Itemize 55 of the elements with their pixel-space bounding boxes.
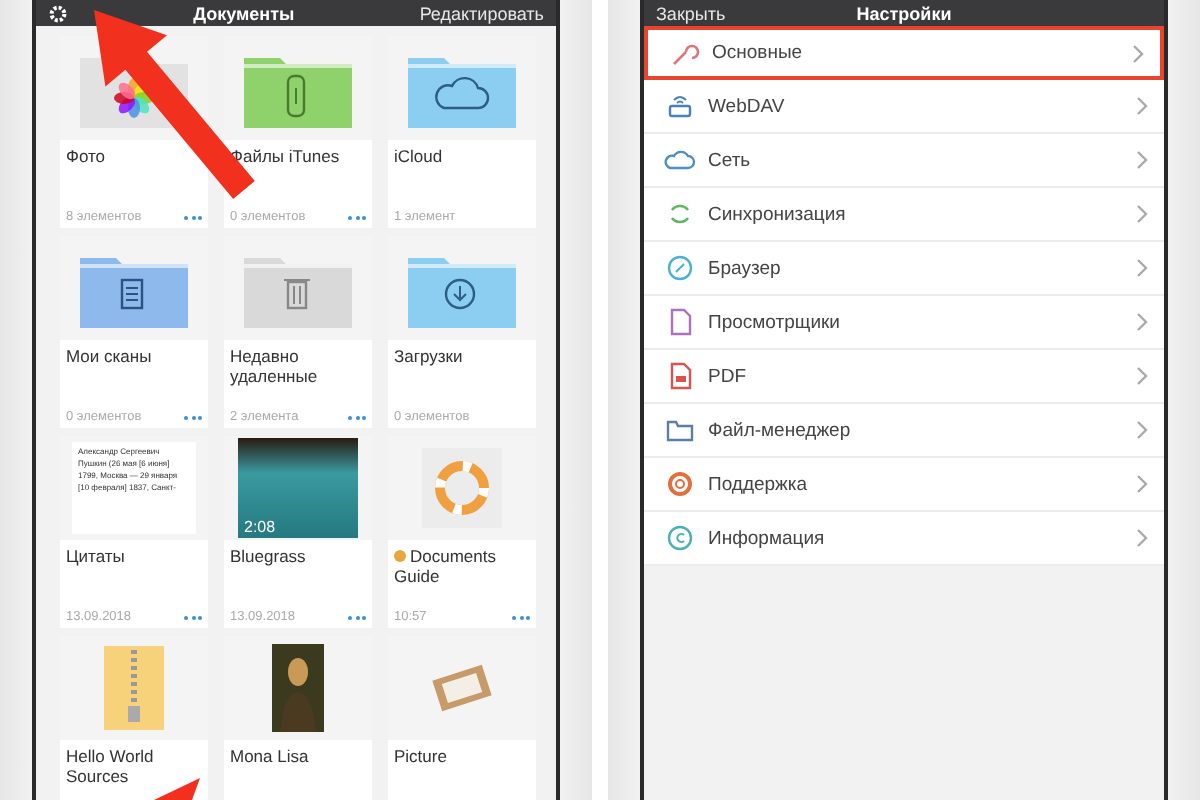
settings-label: Поддержка [708,473,810,495]
file-name: Hello World Sources [66,746,156,786]
settings-label: WebDAV [708,95,787,117]
settings-label: Файл-менеджер [708,419,853,441]
settings-label: Основные [712,42,805,64]
gear-icon [48,3,68,23]
chevron-icon [1136,150,1148,170]
file-name: Фото [66,146,108,166]
copyright-icon [664,522,696,554]
close-button[interactable]: Закрыть [656,3,736,23]
file-name: Цитаты [66,546,127,566]
server-icon [664,90,696,122]
lifebuoy-icon [664,468,696,500]
settings-label: Синхронизация [708,203,848,225]
settings-row[interactable]: Файл-менеджер [644,404,1164,458]
chevron-icon [1136,474,1148,494]
settings-row[interactable]: Синхронизация [644,188,1164,242]
chevron-icon [1136,366,1148,386]
settings-label: PDF [708,365,748,387]
chevron-icon [1136,96,1148,116]
settings-row[interactable]: Информация [644,512,1164,566]
settings-row[interactable]: Основные [644,26,1164,80]
screen-title: Настройки [856,3,952,23]
file-name: Bluegrass [230,546,308,566]
settings-row[interactable]: WebDAV [644,80,1164,134]
screen-title: Документы [193,3,295,23]
edit-button[interactable]: Редактировать [419,3,544,23]
settings-label: Браузер [708,257,783,279]
chevron-icon [1132,43,1144,63]
pointer-arrow [154,778,200,800]
settings-row[interactable]: Просмотрщики [644,296,1164,350]
settings-row[interactable]: Сеть [644,134,1164,188]
settings-row[interactable]: Браузер [644,242,1164,296]
file-name: Недавно удаленные [230,346,320,386]
file-name: Загрузки [394,346,465,366]
compass-icon [664,252,696,284]
chevron-icon [1136,528,1148,548]
file-name: Documents Guide [394,546,496,586]
settings-row[interactable]: PDF [644,350,1164,404]
settings-label: Просмотрщики [708,311,842,333]
file-name: iCloud [394,146,445,166]
video-duration: 2:08 [242,518,276,538]
settings-row[interactable]: Поддержка [644,458,1164,512]
file-name: Мои сканы [66,346,154,366]
painting-image [272,644,324,732]
lifebuoy-icon [422,448,502,528]
zip-file-icon [104,646,164,730]
chevron-icon [1136,204,1148,224]
chevron-icon [1136,420,1148,440]
chevron-icon [1136,258,1148,278]
file-name: Mona Lisa [230,746,311,766]
settings-label: Информация [708,527,827,549]
file-name: Picture [394,746,449,766]
chevron-icon [1136,312,1148,332]
settings-label: Сеть [708,149,753,171]
